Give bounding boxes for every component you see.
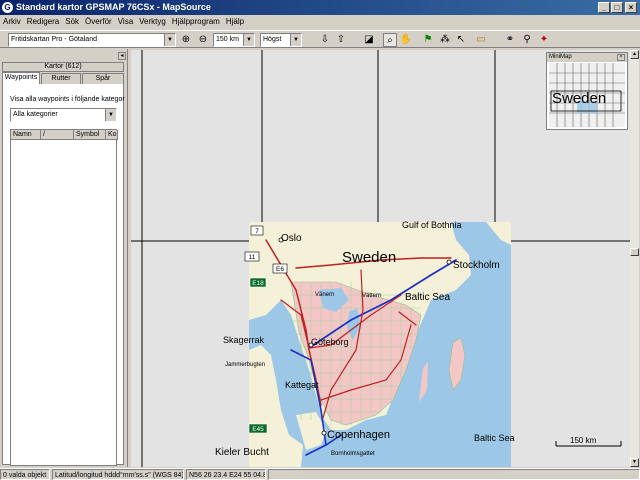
tab-maps[interactable]: Kartor (612) — [2, 62, 124, 72]
column-sort-label: / — [43, 131, 45, 138]
menu-verktyg[interactable]: Verktyg — [136, 15, 169, 29]
minimap-title: MiniMap — [547, 53, 627, 62]
menu-arkiv[interactable]: Arkiv — [0, 15, 24, 29]
status-empty — [268, 469, 640, 480]
zoom-out-icon[interactable]: ⊖ — [196, 33, 210, 47]
tab-tracks[interactable]: Spår — [82, 73, 124, 84]
scroll-thumb[interactable] — [630, 248, 639, 256]
find-services-icon[interactable]: ✦ — [537, 33, 551, 47]
title-bar: G Standard kartor GPSMAP 76CSx - MapSour… — [0, 0, 640, 15]
shield-e6: E6 — [276, 266, 284, 273]
label-gulf-of-bothnia: Gulf of Bothnia — [402, 220, 462, 230]
label-kieler-bucht: Kieler Bucht — [215, 447, 269, 458]
selection-arrow-icon[interactable]: ↖ — [454, 33, 468, 47]
minimap-panel[interactable]: MiniMap × Sweden — [546, 52, 628, 130]
map-product-select[interactable]: Fritidskartan Pro - Götaland ▼ — [8, 33, 176, 47]
chevron-down-icon[interactable]: ▼ — [164, 34, 175, 46]
column-header-symbol[interactable]: Symbol — [74, 130, 106, 140]
detail-level-select[interactable]: Högst ▼ — [260, 33, 302, 47]
column-symbol-label: Symbol — [76, 131, 100, 138]
receive-from-device-icon[interactable]: ⇩ — [318, 33, 332, 47]
map-product-value: Fritidskartan Pro - Götaland — [11, 36, 97, 43]
tab-routes-label: Rutter — [51, 75, 71, 82]
waypoint-list[interactable]: Namn / Symbol Ko — [10, 129, 118, 466]
label-baltic-sea-north: Baltic Sea — [405, 292, 450, 303]
label-oslo: Oslo — [281, 233, 302, 244]
label-vanern: Vänern — [315, 292, 334, 298]
label-jammerbugten: Jammerbugten — [225, 362, 265, 368]
scroll-down-icon[interactable]: ▼ — [630, 458, 639, 467]
close-button[interactable]: × — [625, 2, 637, 13]
label-kattegat: Kattegat — [285, 380, 319, 390]
menu-bar: Arkiv Redigera Sök Överför Visa Verktyg Hjälpp… — [0, 15, 640, 29]
label-baltic-sea-south: Baltic Sea — [474, 433, 515, 443]
menu-sok[interactable]: Sök — [62, 15, 82, 29]
shield-e18: E18 — [252, 280, 264, 287]
tab-routes[interactable]: Rutter — [41, 73, 81, 84]
menu-visa[interactable]: Visa — [115, 15, 136, 29]
status-coordinates: N56 26 23.4 E24 55 04.8 — [186, 469, 266, 480]
send-to-device-icon[interactable]: ⇧ — [334, 33, 348, 47]
window-title: Standard kartor GPSMAP 76CSx - MapSource — [16, 2, 211, 12]
minimap-label: Sweden — [552, 90, 607, 107]
menu-hjalp[interactable]: Hjälp — [223, 15, 247, 29]
shield-e7: 7 — [255, 228, 259, 235]
hand-tool-icon[interactable]: ✋ — [399, 33, 413, 47]
zoom-tool-icon[interactable]: ⌕ — [383, 33, 397, 47]
shield-e11: 11 — [249, 254, 256, 261]
label-vattern: Vättern — [362, 293, 381, 299]
detail-level-value: Högst — [263, 36, 282, 43]
menu-overfor[interactable]: Överför — [82, 15, 115, 29]
column-name-label: Namn — [13, 131, 32, 138]
column-coordinates-label: Ko — [108, 131, 117, 138]
find-binoculars-icon[interactable]: ⚭ — [503, 33, 517, 47]
column-header-sort[interactable]: / — [41, 130, 74, 140]
label-stockholm: Stockholm — [453, 260, 500, 271]
label-copenhagen: Copenhagen — [327, 429, 390, 441]
chevron-down-icon[interactable]: ▼ — [105, 109, 116, 121]
zoom-scale-select[interactable]: 150 km ▼ — [213, 33, 255, 47]
collapse-panel-icon[interactable]: ◂ — [118, 52, 126, 60]
tab-tracks-label: Spår — [95, 75, 111, 82]
tab-maps-label: Kartor (612) — [44, 63, 82, 70]
tab-waypoints[interactable]: Waypoints — [2, 72, 40, 84]
mapsource-app-icon[interactable]: G — [2, 2, 13, 13]
map-tool-icon[interactable]: ◪ — [362, 33, 376, 47]
route-tool-icon[interactable]: ⁂ — [438, 33, 452, 47]
category-select-value: Alla kategorier — [13, 111, 58, 118]
label-goteborg: Göteborg — [311, 337, 349, 347]
zoom-scale-value: 150 km — [216, 36, 239, 43]
zoom-in-icon[interactable]: ⊕ — [179, 33, 193, 47]
toolbar: Fritidskartan Pro - Götaland ▼ ⊕ ⊖ 150 k… — [0, 30, 640, 48]
status-bar: 0 valda objekt Latitud/longitud hddd°mm'… — [0, 468, 640, 480]
label-skagerrak: Skagerrak — [223, 335, 265, 345]
filter-label: Visa alla waypoints i följande kategor — [10, 96, 125, 103]
status-selected: 0 valda objekt — [0, 469, 50, 480]
scale-bar-label: 150 km — [570, 436, 597, 445]
menu-hjalpprogram[interactable]: Hjälpprogram — [169, 15, 223, 29]
status-coord-format: Latitud/longitud hddd°mm'ss.s" (WGS 84) — [52, 469, 184, 480]
chevron-down-icon[interactable]: ▼ — [243, 34, 254, 46]
find-places-icon[interactable]: ⚲ — [520, 33, 534, 47]
category-select[interactable]: Alla kategorier ▼ — [10, 108, 117, 122]
menu-redigera[interactable]: Redigera — [24, 15, 62, 29]
chevron-down-icon[interactable]: ▼ — [290, 34, 301, 46]
label-sweden: Sweden — [342, 249, 396, 266]
minimap-close-icon[interactable]: × — [617, 54, 625, 61]
label-bornholmsgattet: Bornholmsgattet — [331, 451, 375, 457]
scroll-up-icon[interactable]: ▲ — [630, 50, 639, 59]
shield-e45: E45 — [252, 426, 264, 433]
column-header-coordinates[interactable]: Ko — [106, 130, 118, 140]
waypoint-flag-icon[interactable]: ⚑ — [421, 33, 435, 47]
column-header-name[interactable]: Namn — [11, 130, 41, 140]
map-vertical-scrollbar[interactable]: ▲ ▼ — [630, 50, 639, 467]
tab-waypoints-label: Waypoints — [4, 74, 38, 81]
minimize-button[interactable]: _ — [598, 2, 610, 13]
maximize-button[interactable]: □ — [611, 2, 623, 13]
distance-tool-icon[interactable]: ▭ — [474, 33, 488, 47]
